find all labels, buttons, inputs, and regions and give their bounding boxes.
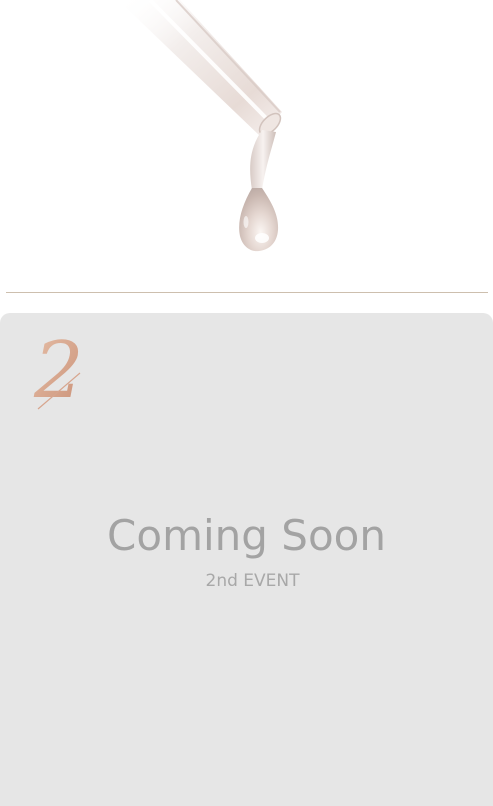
event-number: 2 (33, 326, 84, 416)
event-card: 2 Coming Soon 2nd EVENT (0, 313, 493, 806)
event-page: 2 Coming Soon 2nd EVENT (0, 0, 493, 806)
event-subtitle: 2nd EVENT (205, 571, 300, 591)
event-number-badge: 2 (30, 326, 90, 417)
serum-dropper-icon (118, 0, 282, 252)
section-divider (6, 292, 488, 293)
coming-soon-title: Coming Soon (107, 511, 386, 560)
hero-visual (0, 0, 493, 290)
